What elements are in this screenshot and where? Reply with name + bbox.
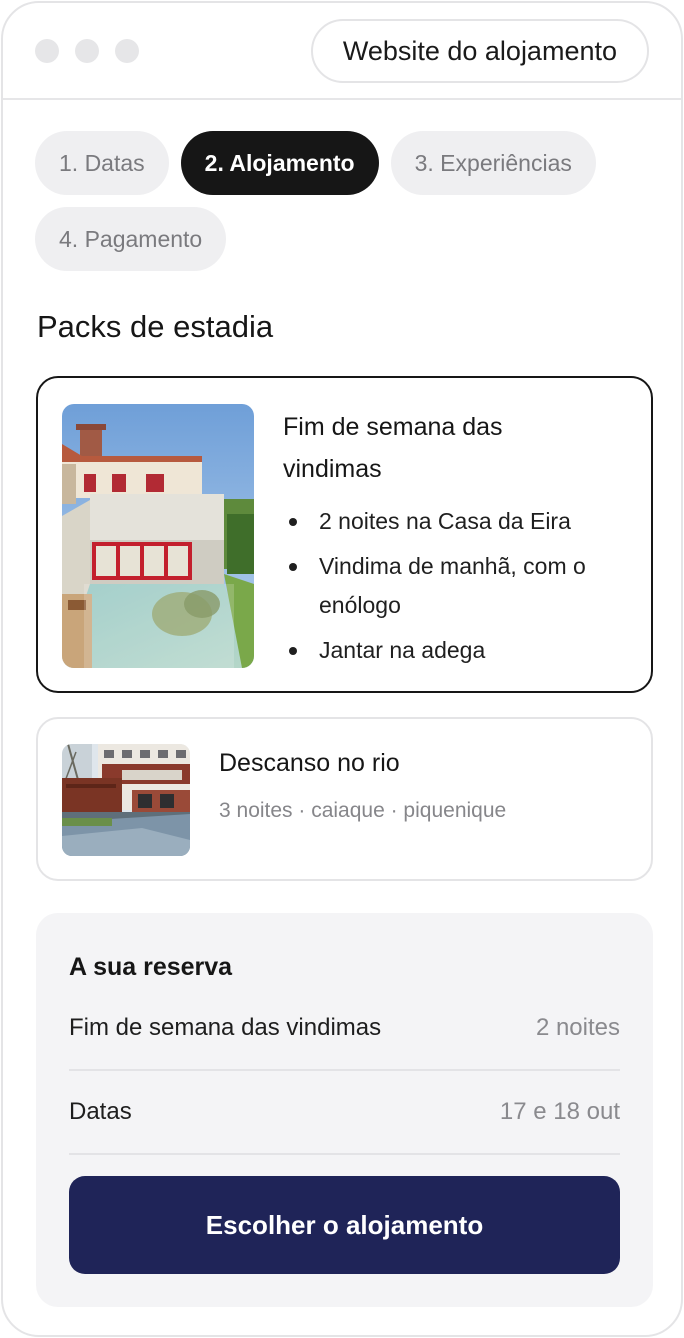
summary-row: Fim de semana das vindimas 2 noites bbox=[69, 987, 620, 1071]
pack-card-rio[interactable]: Descanso no rio 3 noites · caiaque · piq… bbox=[36, 717, 653, 881]
summary-value: 2 noites bbox=[535, 1014, 620, 1041]
pack-title: Descanso no rio bbox=[219, 749, 400, 777]
window-dot-icon bbox=[35, 39, 59, 63]
booking-summary: A sua reserva Fim de semana das vindimas… bbox=[36, 913, 653, 1307]
summary-title: A sua reserva bbox=[69, 953, 233, 981]
website-button[interactable]: Website do alojamento bbox=[310, 19, 649, 83]
section-title: Packs de estadia bbox=[37, 309, 274, 344]
list-item: Jantar na adega bbox=[283, 631, 633, 670]
list-item: 2 noites na Casa da Eira bbox=[283, 502, 633, 541]
house-photo bbox=[62, 404, 254, 668]
summary-label: Fim de semana das vindimas bbox=[69, 1014, 382, 1041]
river-house-photo bbox=[62, 744, 190, 856]
window-dot-icon bbox=[75, 39, 99, 63]
window-dot-icon bbox=[115, 39, 139, 63]
pack-features: 2 noites na Casa da Eira Vindima de manh… bbox=[283, 502, 633, 676]
step-experiences[interactable]: 3. Experiências bbox=[390, 131, 596, 195]
summary-label: Datas bbox=[69, 1098, 132, 1125]
pack-subtitle: 3 noites · caiaque · piquenique bbox=[219, 799, 507, 822]
window-topbar: Website do alojamento bbox=[3, 3, 681, 100]
summary-value: 17 e 18 out bbox=[499, 1098, 620, 1125]
pack-card-vindimas[interactable]: Fim de semana das vindimas 2 noites na C… bbox=[36, 376, 653, 693]
pack-title: Fim de semana das vindimas bbox=[283, 413, 503, 483]
step-dates[interactable]: 1. Datas bbox=[35, 131, 169, 195]
app-frame: Website do alojamento 1. Datas 2. Alojam… bbox=[1, 1, 683, 1337]
list-item: Vindima de manhã, com o enólogo bbox=[283, 547, 633, 625]
summary-row: Datas 17 e 18 out bbox=[69, 1071, 620, 1155]
booking-steps: 1. Datas 2. Alojamento 3. Experiências 4… bbox=[35, 131, 655, 271]
step-accommodation[interactable]: 2. Alojamento bbox=[180, 131, 379, 195]
step-payment[interactable]: 4. Pagamento bbox=[35, 207, 227, 271]
choose-accommodation-button[interactable]: Escolher o alojamento bbox=[69, 1176, 620, 1274]
